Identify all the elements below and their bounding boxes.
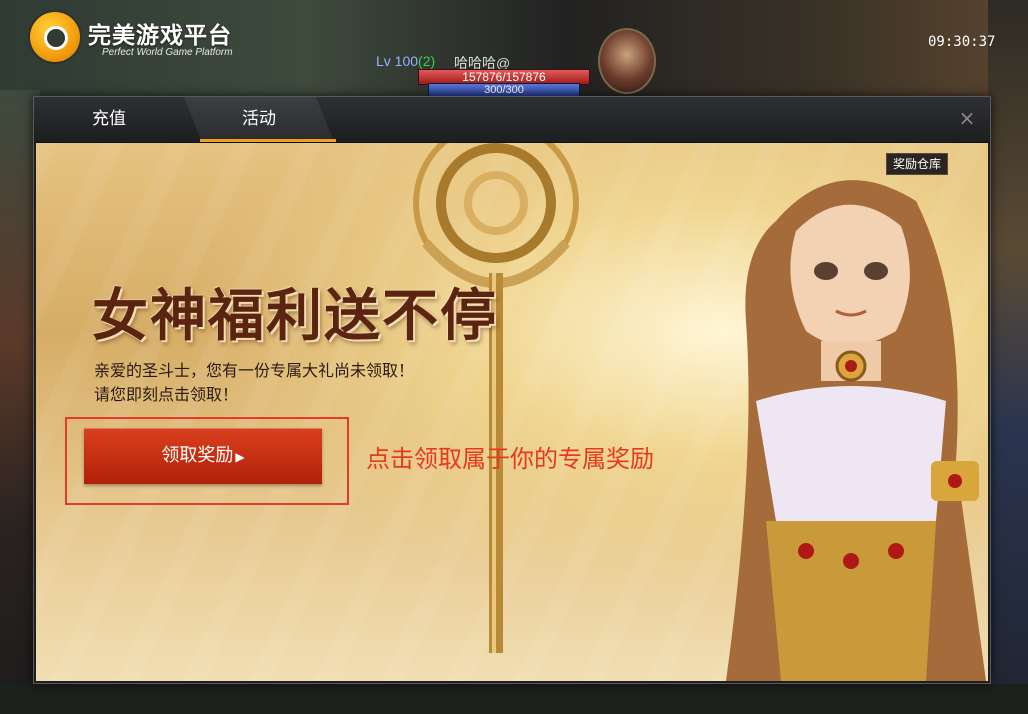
dialog-tabbar: 充值 活动 × — [34, 97, 990, 143]
goddess-illustration — [726, 180, 986, 681]
close-button[interactable]: × — [956, 107, 978, 129]
game-scene-bottom — [0, 684, 1028, 714]
platform-subtitle: Perfect World Game Platform — [102, 47, 233, 58]
claim-reward-label: 领取奖励 — [161, 445, 234, 466]
player-level: Lv 100(2) — [376, 53, 435, 69]
banner-headline: 女神福利送不停 — [92, 284, 498, 349]
claim-reward-button[interactable]: 领取奖励 ▶ — [84, 428, 322, 484]
tab-recharge[interactable]: 充值 — [34, 97, 184, 142]
reward-warehouse-button[interactable]: 奖励仓库 — [886, 153, 949, 175]
game-scene-right — [988, 0, 1028, 714]
platform-logo-icon — [30, 12, 80, 62]
promo-banner: 奖励仓库 女神福利送不停 亲爱的圣斗士，您有一份专属大礼尚未领取！ 请您即刻点击… — [36, 143, 988, 681]
active-tab-indicator — [200, 139, 336, 142]
play-arrow-icon: ▶ — [235, 450, 245, 464]
platform-logo: 完美游戏平台 Perfect World Game Platform — [30, 12, 260, 66]
player-level-sub: (2) — [418, 53, 436, 69]
platform-title: 完美游戏平台 — [88, 22, 232, 48]
banner-message-line1: 亲爱的圣斗士，您有一份专属大礼尚未领取！ — [94, 361, 415, 380]
player-avatar[interactable] — [598, 28, 656, 94]
player-mp-bar: 300/300 — [428, 83, 580, 97]
player-hud: Lv 100(2) 哈哈哈@ 157876/157876 300/300 — [376, 28, 676, 100]
banner-message-line2: 请您即刻点击领取！ — [94, 385, 239, 404]
golden-staff-illustration — [413, 143, 579, 653]
activity-dialog: 充值 活动 × 奖励仓库 女神福利送不停 亲爱的圣斗士，您有一份专属大礼尚未领取… — [33, 96, 991, 684]
claim-annotation: 点击领取属于你的专属奖励 — [366, 445, 654, 473]
tab-activity[interactable]: 活动 — [184, 97, 334, 142]
clock: 09:30:37 — [928, 34, 996, 50]
player-level-value: Lv 100 — [376, 53, 419, 69]
